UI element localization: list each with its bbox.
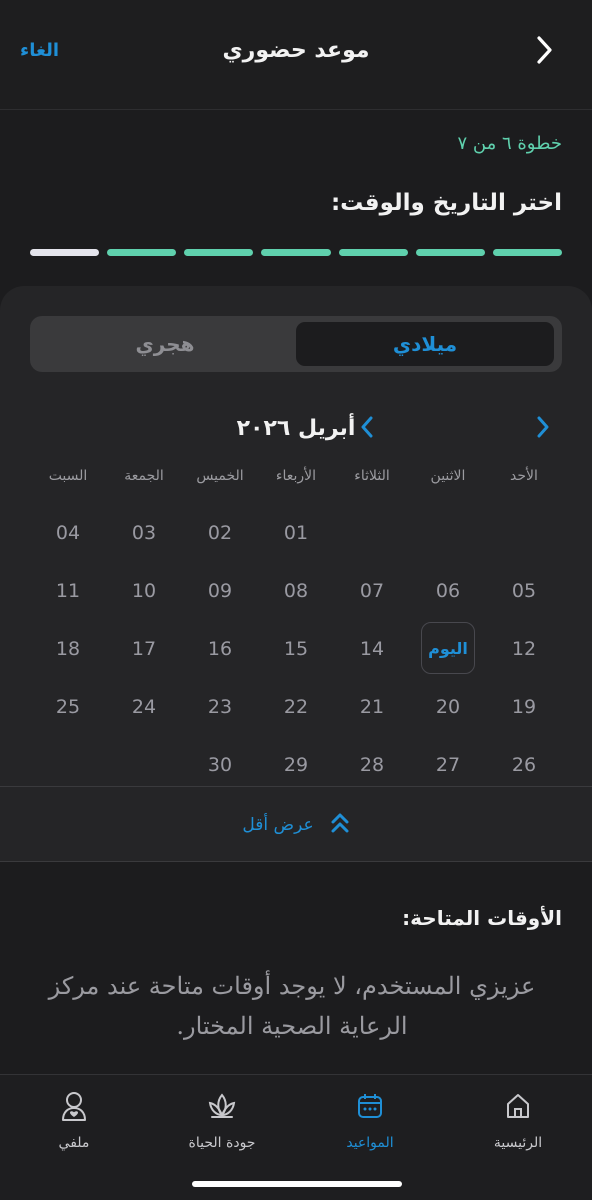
tab-quality-of-life[interactable]: جودة الحياة [162, 1089, 282, 1155]
calendar-day[interactable]: 21 [334, 682, 410, 732]
tab-label: الرئيسية [493, 1135, 543, 1151]
weekday-label: الاثنين [430, 468, 466, 484]
weekday-label: السبت [48, 468, 88, 484]
calendar-day[interactable]: 06 [410, 566, 486, 616]
calendar-icon [355, 1089, 385, 1123]
tab-label: جودة الحياة [188, 1135, 256, 1151]
progress-segment [30, 249, 100, 256]
tab-label: ملفي [58, 1135, 90, 1151]
calendar-day[interactable]: 24 [106, 682, 182, 732]
month-label: أبريل ٢٠٢٦ [236, 416, 356, 441]
progress-segment [415, 249, 485, 256]
page-title: موعد حضوري [222, 38, 370, 63]
section-heading: اختر التاريخ والوقت: [330, 190, 562, 216]
calendar-day[interactable]: 30 [182, 740, 258, 790]
calendar-day[interactable]: 12 [486, 624, 562, 674]
chevron-right-icon [536, 416, 550, 442]
calendar-day[interactable]: 23 [182, 682, 258, 732]
calendar-card: هجري ميلادي أبريل ٢٠٢٦ الأحد الاثنين الث… [0, 286, 592, 862]
home-indicator [192, 1181, 402, 1187]
show-less-label: عرض أقل [242, 814, 314, 835]
app-header: موعد حضوري الغاء [0, 0, 592, 110]
calendar-day[interactable]: 03 [106, 508, 182, 558]
previous-month-button[interactable] [528, 414, 558, 444]
available-times-title: الأوقات المتاحة: [402, 906, 562, 930]
tab-appointments[interactable]: المواعيد [310, 1089, 430, 1155]
calendar-type-toggle: هجري ميلادي [30, 316, 562, 372]
calendar-day[interactable]: 15 [258, 624, 334, 674]
weekday-label: الأحد [510, 468, 538, 484]
calendar-day[interactable]: 28 [334, 740, 410, 790]
calendar-day[interactable]: 17 [106, 624, 182, 674]
calendar-day[interactable]: 11 [30, 566, 106, 616]
step-progress-bar [30, 249, 562, 257]
calendar-day[interactable]: 26 [486, 740, 562, 790]
calendar-day[interactable]: 19 [486, 682, 562, 732]
calendar-day[interactable]: 10 [106, 566, 182, 616]
weekday-label: الخميس [196, 468, 244, 484]
calendar-day[interactable]: 05 [486, 566, 562, 616]
lotus-icon [206, 1089, 238, 1123]
calendar-day[interactable]: 25 [30, 682, 106, 732]
calendar-day[interactable]: 16 [182, 624, 258, 674]
cancel-button[interactable]: الغاء [20, 40, 59, 61]
no-times-message: عزيزي المستخدم، لا يوجد أوقات متاحة عند … [48, 972, 536, 1040]
tab-label: المواعيد [346, 1135, 394, 1151]
calendar-day[interactable]: 02 [182, 508, 258, 558]
calendar-day[interactable]: 22 [258, 682, 334, 732]
calendar-day[interactable]: 27 [410, 740, 486, 790]
double-chevron-up-icon [330, 812, 350, 838]
calendar-day[interactable]: 29 [258, 740, 334, 790]
show-less-button[interactable]: عرض أقل [0, 786, 592, 862]
progress-segment [338, 249, 408, 256]
progress-segment [184, 249, 254, 256]
calendar-day[interactable]: 04 [30, 508, 106, 558]
calendar-day[interactable]: 20 [410, 682, 486, 732]
hijri-option[interactable]: هجري [36, 322, 294, 366]
weekday-header: الأحد الاثنين الثلاثاء الأربعاء الخميس ا… [30, 468, 562, 490]
calendar-day[interactable]: 08 [258, 566, 334, 616]
gregorian-option[interactable]: ميلادي [296, 322, 554, 366]
progress-segment [492, 249, 562, 256]
home-icon [503, 1089, 533, 1123]
calendar-day[interactable]: 01 [258, 508, 334, 558]
profile-icon [59, 1089, 89, 1123]
calendar-day[interactable]: 18 [30, 624, 106, 674]
calendar-day[interactable]: 14 [334, 624, 410, 674]
progress-segment [261, 249, 331, 256]
weekday-label: الثلاثاء [354, 468, 390, 484]
calendar-day-today[interactable]: اليوم [421, 622, 475, 674]
calendar-day[interactable]: 07 [334, 566, 410, 616]
tab-profile[interactable]: ملفي [14, 1089, 134, 1155]
step-indicator-text: خطوة ٦ من ٧ [457, 133, 562, 154]
weekday-label: الجمعة [124, 468, 164, 484]
progress-segment [107, 249, 177, 256]
weekday-label: الأربعاء [275, 468, 317, 484]
tab-home[interactable]: الرئيسية [458, 1089, 578, 1155]
month-navigation: أبريل ٢٠٢٦ [0, 414, 592, 446]
calendar-day[interactable]: 09 [182, 566, 258, 616]
